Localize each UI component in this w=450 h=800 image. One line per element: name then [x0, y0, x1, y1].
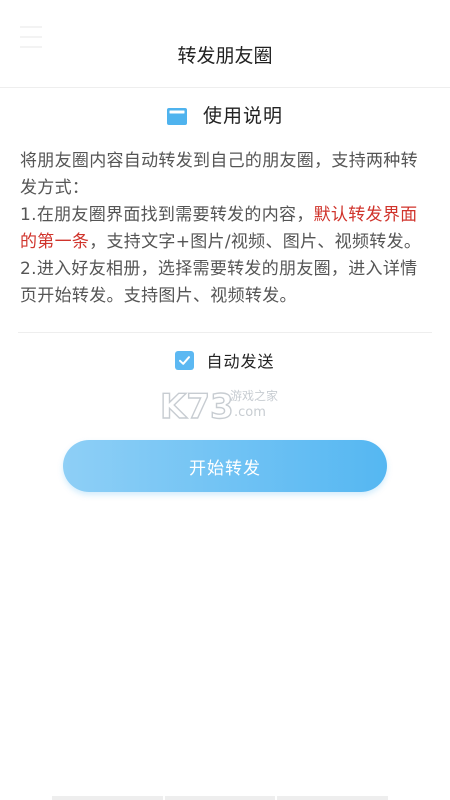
instructions-text: 将朋友圈内容自动转发到自己的朋友圈，支持两种转发方式： 1.在朋友圈界面找到需要转… [20, 148, 434, 310]
instructions-intro: 将朋友圈内容自动转发到自己的朋友圈，支持两种转发方式： [20, 151, 418, 198]
instructions-step2: 2.进入好友相册，选择需要转发的朋友圈，进入详情页开始转发。支持图片、视频转发。 [20, 259, 418, 306]
start-forward-button[interactable]: 开始转发 [63, 440, 387, 492]
nav-bar: 转发朋友圈 [0, 0, 450, 88]
auto-send-option[interactable]: 自动发送 [0, 346, 450, 374]
bottom-strip [52, 796, 389, 800]
app-screen: 转发朋友圈 使用说明 将朋友圈内容自动转发到自己的朋友圈，支持两种转发方式： 1.… [0, 0, 450, 800]
watermark-logo: K73 游戏之家 .com [160, 386, 278, 426]
watermark-main: K73 [160, 387, 234, 426]
folder-icon [166, 107, 187, 125]
page-title: 转发朋友圈 [177, 45, 273, 67]
instructions-section: 使用说明 将朋友圈内容自动转发到自己的朋友圈，支持两种转发方式： 1.在朋友圈界面… [0, 96, 450, 306]
instructions-step1-tail: ，支持文字+图片/视频、图片、视频转发。 [89, 232, 422, 252]
instructions-step1: 1.在朋友圈界面找到需要转发的内容， [20, 205, 314, 225]
auto-send-label: 自动发送 [206, 352, 275, 371]
instructions-header: 使用说明 [0, 96, 450, 136]
watermark-domain: .com [234, 405, 266, 420]
auto-send-checkbox[interactable] [175, 350, 195, 370]
watermark-sub: 游戏之家 [230, 388, 278, 403]
instructions-title: 使用说明 [202, 105, 283, 127]
checkmark-icon [179, 355, 191, 365]
divider [18, 332, 432, 333]
